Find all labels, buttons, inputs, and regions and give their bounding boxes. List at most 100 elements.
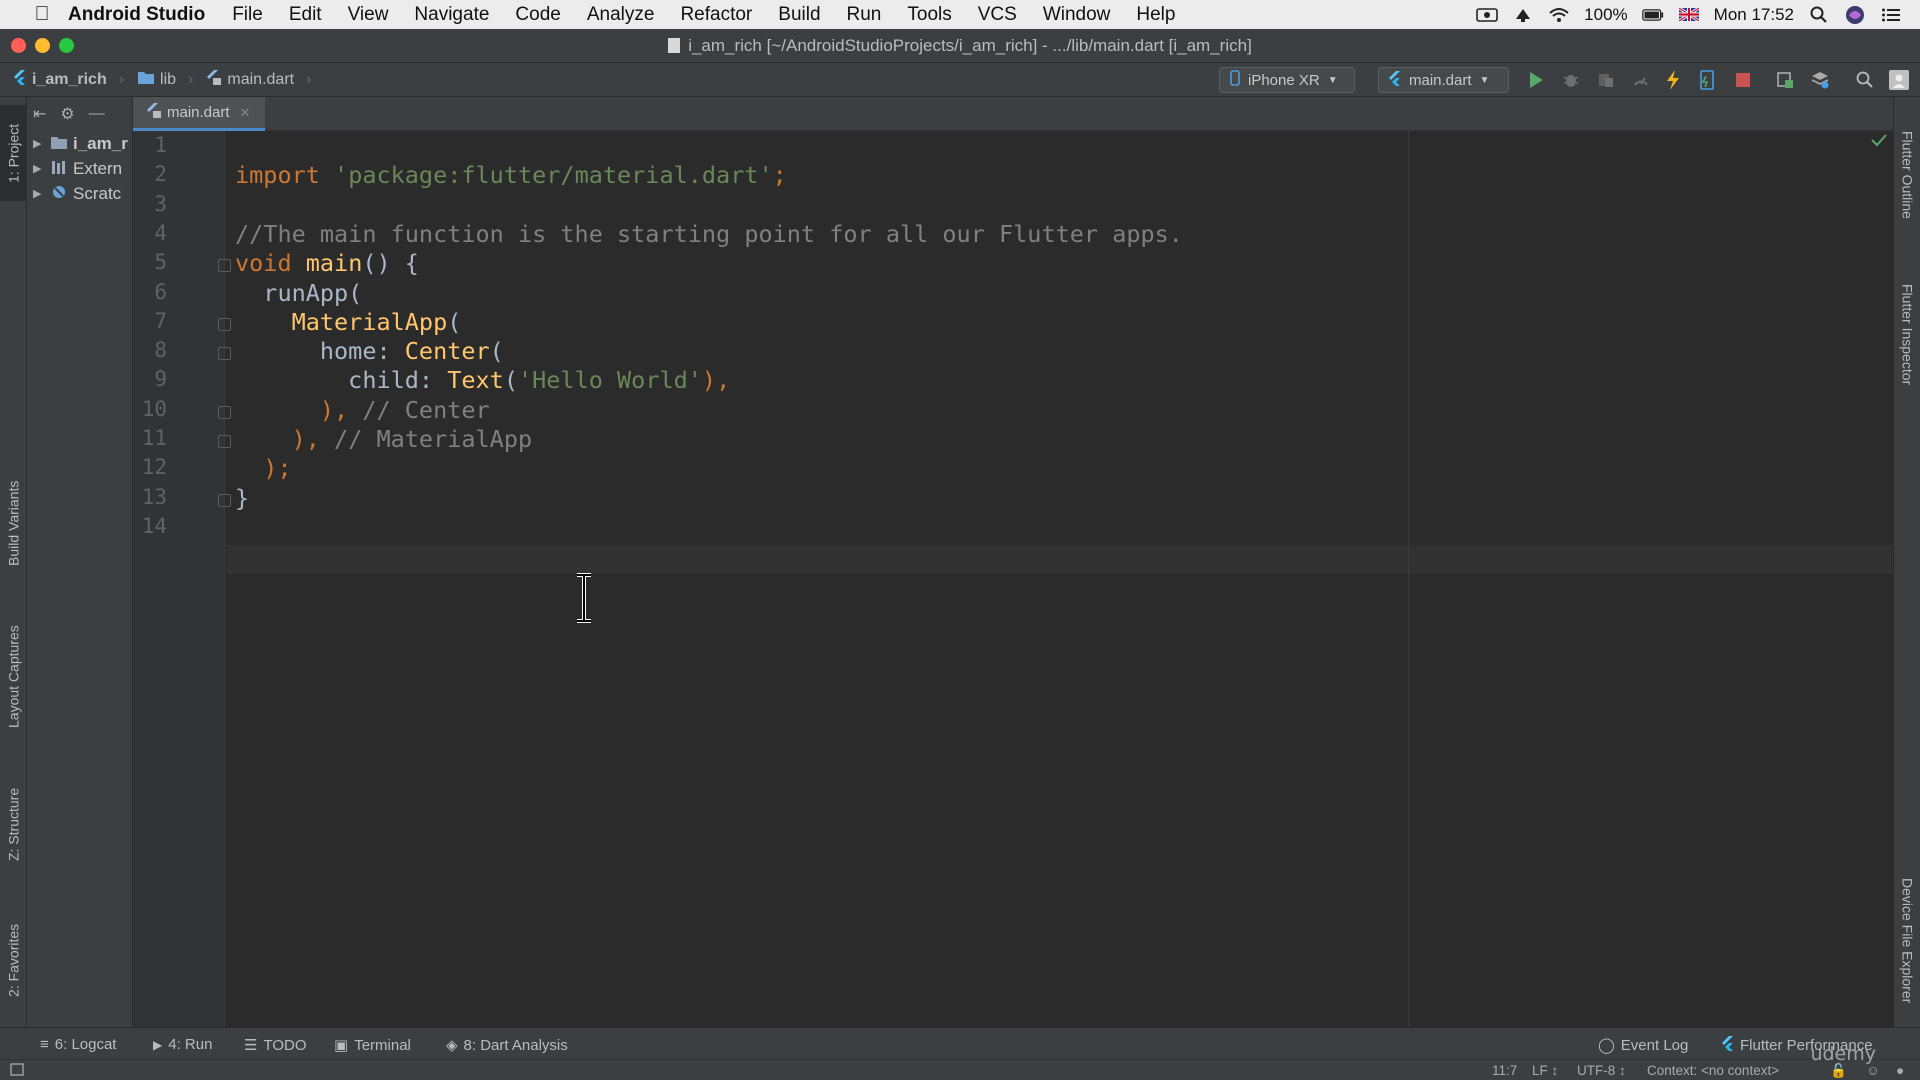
breadcrumb-lib[interactable]: lib ›	[138, 71, 193, 89]
menu-edit[interactable]: Edit	[289, 4, 322, 26]
fold-marker-icon[interactable]	[218, 259, 231, 273]
context-indicator[interactable]: Context: <no context>	[1647, 1063, 1779, 1078]
menu-view[interactable]: View	[348, 4, 389, 26]
menu-file[interactable]: File	[232, 4, 263, 26]
flutter-outline-tool-tab[interactable]: Flutter Outline	[1894, 115, 1920, 235]
tree-item-external-libraries[interactable]: ▶ Extern	[27, 156, 132, 181]
breadcrumb-project[interactable]: i_am_rich ›	[14, 69, 124, 90]
code-editor[interactable]: 1 2 3 4 5 6 7 8 9 10 11 12 13 14 import 'package:flut…	[133, 131, 1893, 1027]
menu-run[interactable]: Run	[847, 4, 882, 26]
code-line: runApp(	[235, 279, 362, 307]
notification-center-icon[interactable]	[1880, 7, 1902, 23]
notification-icon[interactable]	[1512, 7, 1534, 23]
fold-marker-icon[interactable]	[218, 317, 231, 331]
search-everywhere-icon[interactable]	[1855, 70, 1875, 90]
device-file-explorer-tool-tab[interactable]: Device File Explorer	[1894, 857, 1920, 1025]
fold-marker-icon[interactable]	[218, 405, 231, 419]
profile-button[interactable]	[1631, 70, 1651, 90]
line-number: 12	[141, 455, 167, 480]
build-variants-tool-tab[interactable]: Build Variants	[0, 459, 27, 587]
structure-tool-tab[interactable]: Z: Structure	[0, 769, 27, 879]
memory-indicator-icon[interactable]: ●	[1896, 1063, 1904, 1078]
spotlight-search-icon[interactable]	[1808, 6, 1830, 23]
menu-code[interactable]: Code	[515, 4, 560, 26]
menu-build[interactable]: Build	[778, 4, 820, 26]
tree-item-scratches[interactable]: ▶ Scratc	[27, 181, 132, 206]
battery-icon[interactable]	[1641, 7, 1664, 23]
uk-flag-icon[interactable]	[1678, 7, 1700, 23]
collapse-all-icon[interactable]: ⇤	[33, 104, 46, 124]
app-menu[interactable]: Android Studio	[68, 4, 205, 26]
debug-button[interactable]	[1561, 70, 1581, 90]
close-tab-icon[interactable]: ✕	[240, 105, 251, 121]
file-encoding[interactable]: UTF-8 ↕	[1577, 1063, 1626, 1078]
hide-panel-icon[interactable]: —	[89, 105, 105, 123]
flutter-inspector-tool-tab[interactable]: Flutter Inspector	[1894, 265, 1920, 405]
clock[interactable]: Mon 17:52	[1714, 5, 1794, 25]
project-panel: ⇤ ⚙ — ▶ i_am_r ▶ Extern ▶ Scratc	[27, 97, 133, 1027]
menu-help[interactable]: Help	[1136, 4, 1175, 26]
wifi-icon[interactable]	[1548, 7, 1570, 23]
fold-marker-icon[interactable]	[218, 493, 231, 507]
gear-icon[interactable]: ⚙	[60, 104, 74, 124]
sdk-manager-button[interactable]	[1810, 70, 1830, 90]
logcat-tool-button[interactable]: ≡ 6: Logcat	[40, 1036, 116, 1053]
menu-analyze[interactable]: Analyze	[587, 4, 655, 26]
device-file-explorer-label: Device File Explorer	[1899, 878, 1916, 1004]
avd-manager-button[interactable]	[1775, 70, 1795, 90]
layout-captures-tool-tab[interactable]: Layout Captures	[0, 607, 27, 747]
user-avatar-icon[interactable]	[1889, 70, 1909, 90]
run-config-label: main.dart	[1409, 71, 1472, 89]
project-tool-tab[interactable]: 1: Project	[0, 105, 27, 201]
expand-arrow-icon[interactable]: ▶	[33, 187, 45, 200]
terminal-icon: ▣	[334, 1037, 349, 1054]
tab-main-dart[interactable]: main.dart ✕	[133, 97, 265, 131]
line-number: 8	[154, 338, 167, 363]
screen-record-icon[interactable]	[1476, 7, 1498, 23]
siri-icon[interactable]	[1844, 5, 1866, 24]
tree-item-label: Scratc	[73, 183, 122, 203]
flutter-inspector-label: Flutter Inspector	[1899, 284, 1916, 386]
menu-tools[interactable]: Tools	[907, 4, 951, 26]
expand-arrow-icon[interactable]: ▶	[33, 137, 45, 150]
breadcrumb-file[interactable]: main.dart ›	[207, 69, 311, 90]
menu-navigate[interactable]: Navigate	[414, 4, 489, 26]
line-separator[interactable]: LF ↕	[1532, 1063, 1558, 1078]
dart-analysis-tool-button[interactable]: ◈ 8: Dart Analysis	[446, 1036, 568, 1055]
flutter-icon	[14, 69, 26, 90]
caret-position[interactable]: 11:7	[1492, 1063, 1517, 1078]
apple-icon[interactable]: 	[24, 3, 60, 26]
menu-vcs[interactable]: VCS	[978, 4, 1017, 26]
line-number: 14	[141, 513, 167, 538]
battery-percent: 100%	[1584, 4, 1628, 24]
run-tool-button[interactable]: ▶ 4: Run	[153, 1036, 212, 1053]
line-number-gutter: 1 2 3 4 5 6 7 8 9 10 11 12 13 14	[133, 131, 231, 1027]
hot-restart-button[interactable]	[1697, 70, 1717, 90]
right-tool-strip: Flutter Outline Flutter Inspector Device…	[1893, 97, 1920, 1027]
line-number: 6	[154, 279, 167, 304]
hot-reload-icon[interactable]	[1663, 70, 1683, 90]
event-log-tool-button[interactable]: ◯ Event Log	[1598, 1036, 1688, 1055]
favorites-tool-tab[interactable]: 2: Favorites	[0, 905, 27, 1015]
tree-item-project[interactable]: ▶ i_am_r	[27, 131, 132, 156]
logcat-icon: ≡	[40, 1036, 49, 1053]
menu-window[interactable]: Window	[1043, 4, 1111, 26]
navigation-bar: i_am_rich › lib › main.dart › iPhone XR ▼ m…	[0, 63, 1920, 97]
stop-button[interactable]	[1733, 70, 1753, 90]
code-token: );	[235, 454, 292, 483]
expand-arrow-icon[interactable]: ▶	[33, 162, 45, 175]
lock-icon[interactable]: 🔓	[1830, 1063, 1847, 1079]
fold-marker-icon[interactable]	[218, 435, 231, 448]
run-config-selector[interactable]: main.dart ▼	[1378, 67, 1509, 93]
menu-refactor[interactable]: Refactor	[680, 4, 752, 26]
fold-marker-icon[interactable]	[218, 347, 231, 361]
run-button[interactable]	[1526, 70, 1546, 90]
layout-captures-label: Layout Captures	[5, 625, 22, 729]
toggle-tool-windows-icon[interactable]	[10, 1063, 24, 1079]
inspector-icon[interactable]: ☺	[1866, 1063, 1880, 1078]
attach-debugger-button[interactable]	[1596, 70, 1616, 90]
device-selector[interactable]: iPhone XR ▼	[1219, 67, 1355, 93]
terminal-tool-button[interactable]: ▣ Terminal	[334, 1036, 411, 1055]
code-token: runApp(	[235, 278, 363, 307]
todo-tool-button[interactable]: ☰ TODO	[244, 1036, 307, 1055]
